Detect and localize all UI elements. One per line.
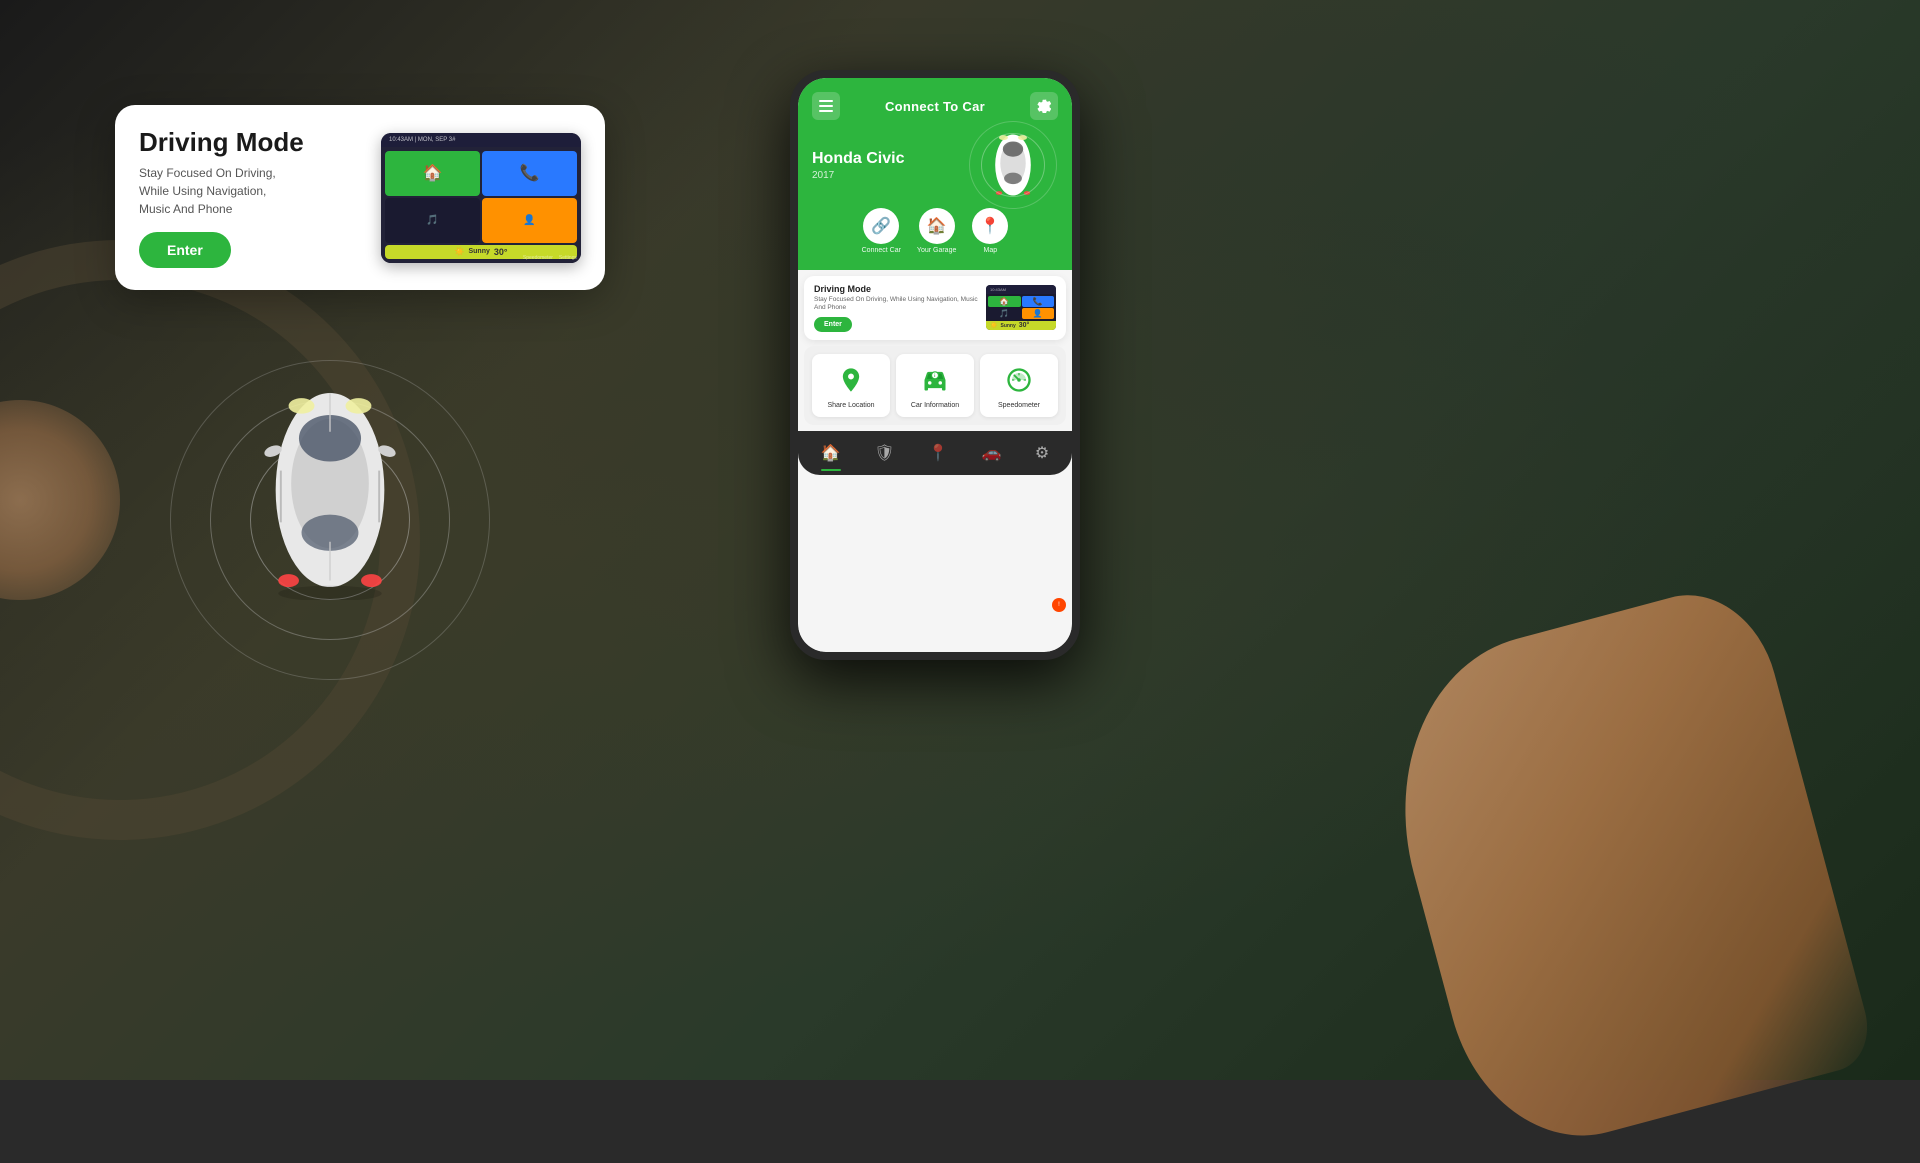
phone-settings-button[interactable] <box>1030 92 1058 120</box>
share-location-label: Share Location <box>827 402 874 409</box>
phone-menu-button[interactable] <box>812 92 840 120</box>
screen-cell-phone: 📞 <box>482 151 577 196</box>
hand-left-skin <box>0 400 120 600</box>
weather-label: Sunny <box>1000 323 1015 329</box>
menu-line-1 <box>819 100 833 102</box>
phone-app-title: Connect To Car <box>885 99 985 114</box>
garage-label: Your Garage <box>917 247 956 254</box>
screen-bottom-labels: Speedometer Settings <box>523 255 577 261</box>
car-information-label: Car Information <box>911 402 959 409</box>
device-screen: 10:43AM | MON, SEP 3# 🏠 📞 🎵 👤 ☀️ Sunny 3… <box>381 133 581 263</box>
phone-car-image-container <box>968 130 1058 200</box>
nav-settings[interactable]: ⚙ <box>1027 439 1057 467</box>
quick-action-garage[interactable]: 🏠 Your Garage <box>917 208 956 254</box>
speedometer-icon-large <box>1001 362 1037 398</box>
mini-weather: ☀️ Sunny 30° <box>986 321 1056 330</box>
gear-icon <box>1037 99 1051 113</box>
phone-car-info: Honda Civic 2017 <box>812 130 1058 200</box>
driving-mode-text: Driving Mode Stay Focused On Driving,Whi… <box>139 127 361 268</box>
share-location-icon <box>833 362 869 398</box>
phone-car-year: 2017 <box>812 170 904 181</box>
screen-top-bar: 10:43AM | MON, SEP 3# <box>381 133 581 147</box>
menu-line-2 <box>819 105 833 107</box>
quick-action-connect[interactable]: 🔗 Connect Car <box>862 208 901 254</box>
mini-status-bar: 10:43AM <box>986 285 1056 294</box>
nav-location[interactable]: 📍 <box>920 439 956 467</box>
garage-icon: 🏠 <box>919 208 955 244</box>
mini-home: 🏠 <box>988 296 1021 307</box>
driving-mode-title: Driving Mode <box>139 127 361 158</box>
mini-contact: 👤 <box>1022 308 1055 319</box>
mini-grid: 🏠 📞 🎵 👤 <box>986 294 1056 321</box>
weather-icon: ☀️ <box>990 322 997 329</box>
nav-home-icon: 🏠 <box>821 443 841 463</box>
mini-phone: 📞 <box>1022 296 1055 307</box>
mini-time: 10:43AM <box>990 287 1006 292</box>
phone-car-name: Honda Civic <box>812 150 904 168</box>
grid-speedometer[interactable]: Speedometer <box>980 354 1058 417</box>
location-pin-icon <box>837 366 865 394</box>
map-icon: 📍 <box>972 208 1008 244</box>
driving-card-enter-button[interactable]: Enter <box>814 317 852 332</box>
temp-label: 30° <box>1019 322 1030 329</box>
phone-car-details: Honda Civic 2017 <box>812 150 904 181</box>
speedometer-label: Speedometer <box>523 255 553 261</box>
screen-cell-music: 🎵 <box>385 198 480 243</box>
connect-car-icon: 🔗 <box>863 208 899 244</box>
nav-shield-icon: 🛡 <box>874 443 894 463</box>
driving-card-screen: 10:43AM 🏠 📞 🎵 👤 ☀️ Sunny 30° ! <box>986 285 1056 330</box>
nav-shield[interactable]: 🛡 <box>866 439 902 467</box>
driving-mode-enter-button[interactable]: Enter <box>139 232 231 268</box>
grid-car-information[interactable]: i Car Information <box>896 354 974 417</box>
large-car-container <box>170 330 490 710</box>
phone-mockup: Connect To Car Honda Civic 2017 <box>790 70 1080 660</box>
hand-skin <box>1362 577 1878 1163</box>
phone-header-row: Connect To Car <box>812 92 1058 120</box>
grid-share-location[interactable]: Share Location <box>812 354 890 417</box>
connect-car-label: Connect Car <box>862 247 901 254</box>
nav-home[interactable]: 🏠 <box>813 439 849 467</box>
nav-car-icon: 🚗 <box>981 443 1001 463</box>
car-top-view-large <box>250 380 410 600</box>
phone-bottom-nav: 🏠 🛡 📍 🚗 ⚙ <box>798 431 1072 475</box>
nav-settings-icon: ⚙ <box>1035 443 1049 463</box>
map-label: Map <box>984 247 998 254</box>
device-mockup: 10:43AM | MON, SEP 3# 🏠 📞 🎵 👤 ☀️ Sunny 3… <box>381 133 581 263</box>
phone-grid-section: Share Location i Car Information <box>804 346 1066 425</box>
nav-car[interactable]: 🚗 <box>973 439 1009 467</box>
phone-driving-mode-card: Driving Mode Stay Focused On Driving, Wh… <box>804 276 1066 340</box>
driving-mode-card: Driving Mode Stay Focused On Driving,Whi… <box>115 105 605 290</box>
hand-right <box>1340 480 1840 1080</box>
screen-body: 🏠 📞 🎵 👤 ☀️ Sunny 30° <box>381 147 581 263</box>
menu-lines <box>819 100 833 112</box>
settings-label: Settings <box>559 255 577 261</box>
mini-music: 🎵 <box>988 308 1021 319</box>
driving-mode-desc: Stay Focused On Driving,While Using Navi… <box>139 164 361 218</box>
car-ripple-2 <box>981 133 1045 197</box>
phone-screen: Connect To Car Honda Civic 2017 <box>798 78 1072 652</box>
nav-location-icon: 📍 <box>928 443 948 463</box>
mini-screen: 10:43AM 🏠 📞 🎵 👤 ☀️ Sunny 30° ! <box>986 285 1056 330</box>
svg-text:i: i <box>934 373 935 378</box>
speedometer-label-text: Speedometer <box>998 402 1040 409</box>
car-info-icon: i <box>921 366 949 394</box>
driving-card-desc: Stay Focused On Driving, While Using Nav… <box>814 296 978 313</box>
car-information-icon: i <box>917 362 953 398</box>
menu-line-3 <box>819 110 833 112</box>
driving-card-title: Driving Mode <box>814 284 978 294</box>
screen-time: 10:43AM | MON, SEP 3# <box>389 137 455 143</box>
screen-cell-nav: 🏠 <box>385 151 480 196</box>
quick-action-map[interactable]: 📍 Map <box>972 208 1008 254</box>
speedometer-svg <box>1005 366 1033 394</box>
screen-cell-contacts: 👤 <box>482 198 577 243</box>
phone-green-header: Connect To Car Honda Civic 2017 <box>798 78 1072 270</box>
phone-quick-actions: 🔗 Connect Car 🏠 Your Garage 📍 Map <box>812 208 1058 254</box>
driving-card-text: Driving Mode Stay Focused On Driving, Wh… <box>814 284 978 332</box>
